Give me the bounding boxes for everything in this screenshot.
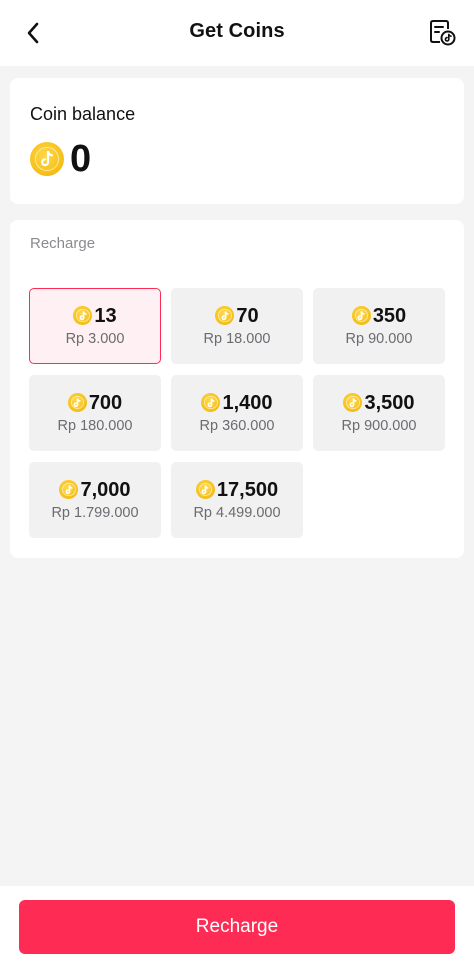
coin-amount: 350 xyxy=(372,304,407,327)
coin-amount: 13 xyxy=(94,304,117,327)
coin-amount: 3,500 xyxy=(364,391,415,414)
transaction-history-icon xyxy=(430,20,456,46)
recharge-option[interactable]: 7,000 Rp 1.799.000 xyxy=(29,462,161,538)
recharge-section-label: Recharge xyxy=(30,235,96,252)
recharge-options-grid: 13 Rp 3.000 70 Rp 18.000 350 Rp 90.000 7… xyxy=(29,288,445,538)
coin-icon xyxy=(67,393,87,412)
recharge-card: Recharge 13 Rp 3.000 70 Rp 18.000 350 Rp… xyxy=(10,220,464,558)
coin-amount: 1,400 xyxy=(222,391,273,414)
coin-icon xyxy=(351,306,371,325)
coin-line: 17,500 xyxy=(195,478,279,501)
coin-icon xyxy=(215,306,235,325)
coin-line: 1,400 xyxy=(201,391,273,414)
coin-icon xyxy=(30,142,64,176)
price-label: Rp 4.499.000 xyxy=(193,504,281,521)
coin-icon xyxy=(343,393,363,412)
recharge-option[interactable]: 70 Rp 18.000 xyxy=(171,288,303,364)
coin-balance-row: 0 xyxy=(30,140,91,178)
recharge-option[interactable]: 17,500 Rp 4.499.000 xyxy=(171,462,303,538)
coin-balance-value: 0 xyxy=(70,138,92,180)
coin-line: 70 xyxy=(215,304,259,327)
coin-line: 13 xyxy=(73,304,117,327)
coin-line: 350 xyxy=(351,304,407,327)
recharge-button[interactable]: Recharge xyxy=(19,900,455,954)
coin-amount: 700 xyxy=(88,391,123,414)
coin-icon xyxy=(201,393,221,412)
coin-line: 7,000 xyxy=(59,478,131,501)
recharge-option[interactable]: 700 Rp 180.000 xyxy=(29,375,161,451)
coin-balance-label: Coin balance xyxy=(30,104,136,124)
page-title: Get Coins xyxy=(189,20,285,42)
transaction-history-button[interactable] xyxy=(426,16,458,48)
price-label: Rp 3.000 xyxy=(65,330,125,347)
price-label: Rp 180.000 xyxy=(57,417,133,434)
coin-balance-card: Coin balance 0 xyxy=(10,78,464,204)
header-bar: Get Coins xyxy=(0,0,474,66)
coin-icon xyxy=(59,480,79,499)
price-label: Rp 90.000 xyxy=(345,330,413,347)
coin-line: 3,500 xyxy=(343,391,415,414)
coin-amount: 17,500 xyxy=(216,478,279,501)
coin-amount: 70 xyxy=(236,304,259,327)
price-label: Rp 900.000 xyxy=(341,417,417,434)
recharge-option[interactable]: 13 Rp 3.000 xyxy=(29,288,161,364)
coin-line: 700 xyxy=(67,391,123,414)
price-label: Rp 1.799.000 xyxy=(51,504,139,521)
coin-icon xyxy=(73,306,93,325)
coin-amount: 7,000 xyxy=(80,478,131,501)
price-label: Rp 360.000 xyxy=(199,417,275,434)
recharge-option[interactable]: 350 Rp 90.000 xyxy=(313,288,445,364)
bottom-bar: Recharge xyxy=(0,886,474,968)
recharge-option[interactable]: 3,500 Rp 900.000 xyxy=(313,375,445,451)
recharge-option[interactable]: 1,400 Rp 360.000 xyxy=(171,375,303,451)
coin-icon xyxy=(195,480,215,499)
price-label: Rp 18.000 xyxy=(203,330,271,347)
